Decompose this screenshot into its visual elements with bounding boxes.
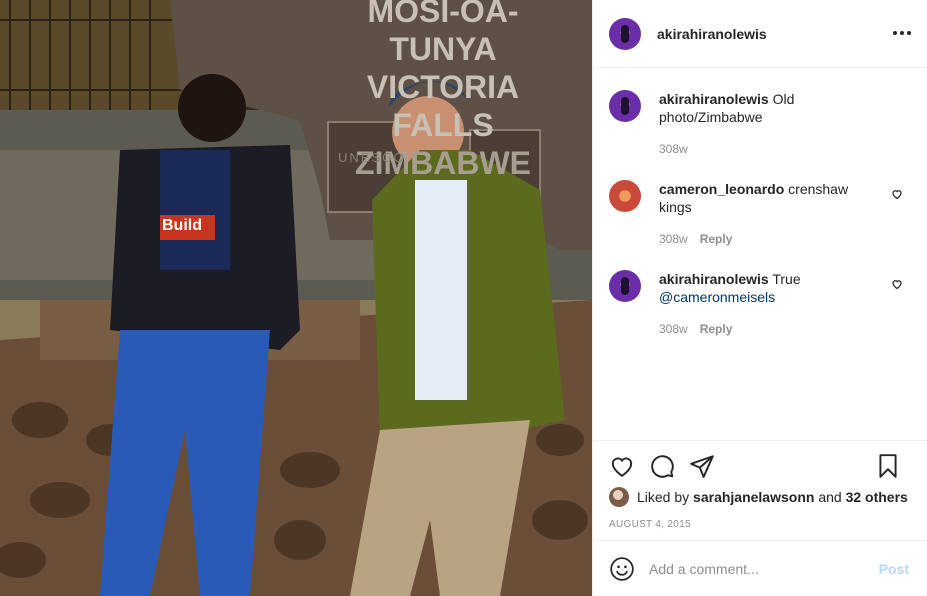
comment-icon[interactable]	[649, 453, 675, 479]
comment-time[interactable]: 308w	[659, 230, 688, 248]
sign-line-2: VICTORIA FALLS	[366, 69, 520, 143]
comment-input[interactable]	[649, 560, 869, 577]
comment-meta: 308w Reply	[659, 230, 874, 248]
comment-body: cameron_leonardo crenshaw kings 308w Rep…	[659, 180, 874, 248]
comment-item: akirahiranolewis True @cameronmeisels 30…	[609, 270, 911, 338]
liked-by-and: and	[818, 489, 842, 505]
bookmark-icon[interactable]	[875, 453, 901, 479]
comment-avatar[interactable]	[609, 90, 641, 122]
liker-avatar[interactable]	[609, 487, 629, 507]
action-icons-row	[609, 453, 911, 479]
post-comment-button[interactable]: Post	[879, 561, 909, 577]
comment-username[interactable]: akirahiranolewis	[659, 91, 769, 107]
share-icon[interactable]	[689, 453, 715, 479]
comment-meta: 308w Reply	[659, 320, 874, 338]
liked-by-user[interactable]: sarahjanelawsonn	[693, 489, 814, 505]
comment-time[interactable]: 308w	[659, 140, 688, 158]
reply-button[interactable]: Reply	[700, 320, 733, 338]
comment-text: True	[772, 271, 801, 287]
comment-like-heart-icon[interactable]	[891, 188, 903, 200]
comment-time[interactable]: 308w	[659, 320, 688, 338]
comment-username[interactable]: cameron_leonardo	[659, 181, 784, 197]
comments-list: akirahiranolewis Old photo/Zimbabwe 308w…	[593, 68, 927, 338]
sign-line-1: MOSI-OA-TUNYA	[367, 0, 519, 67]
comment-mention-link[interactable]: @cameronmeisels	[659, 289, 775, 305]
comment-item: cameron_leonardo crenshaw kings 308w Rep…	[609, 180, 911, 248]
emoji-icon[interactable]	[609, 556, 635, 582]
reply-button[interactable]: Reply	[700, 230, 733, 248]
comment-meta: 308w	[659, 140, 874, 158]
post-photo[interactable]: MOSI-OA-TUNYA VICTORIA FALLS ZIMBABWE UN…	[0, 0, 592, 596]
post-side-panel: akirahiranolewis akirahiranolewis Old ph…	[592, 0, 927, 596]
author-avatar[interactable]	[609, 17, 641, 50]
shirt-text: Build	[162, 217, 202, 234]
comment-item: akirahiranolewis Old photo/Zimbabwe 308w	[609, 90, 911, 158]
liked-by-prefix: Liked by	[637, 489, 690, 505]
post-header: akirahiranolewis	[593, 0, 927, 68]
liked-by-others[interactable]: 32 others	[846, 489, 908, 505]
comment-body: akirahiranolewis True @cameronmeisels 30…	[659, 270, 874, 338]
comment-avatar[interactable]	[609, 180, 641, 212]
post-actions: Liked by sarahjanelawsonn and 32 others …	[593, 440, 927, 530]
author-username[interactable]: akirahiranolewis	[657, 26, 767, 42]
liked-by-summary: Liked by sarahjanelawsonn and 32 others	[609, 487, 911, 507]
comment-like-heart-icon[interactable]	[891, 278, 903, 290]
add-comment-bar: Post	[593, 540, 927, 596]
post-date[interactable]: AUGUST 4, 2015	[609, 519, 911, 530]
comment-body: akirahiranolewis Old photo/Zimbabwe 308w	[659, 90, 874, 158]
plaque-text: UNESCO	[338, 150, 406, 165]
comment-username[interactable]: akirahiranolewis	[659, 271, 769, 287]
comment-avatar[interactable]	[609, 270, 641, 302]
heart-icon[interactable]	[609, 453, 635, 479]
more-horizontal-icon[interactable]	[893, 24, 911, 42]
